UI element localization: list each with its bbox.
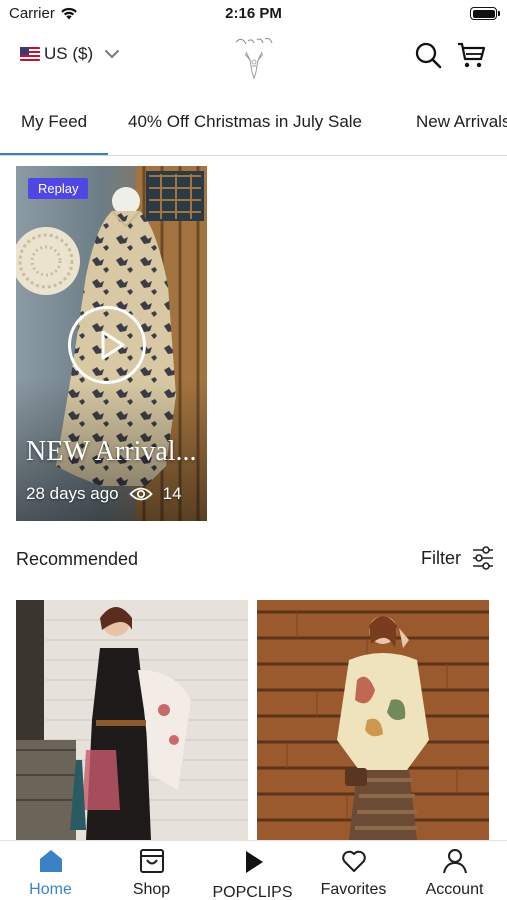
filter-label: Filter bbox=[421, 547, 461, 568]
replay-badge: Replay bbox=[28, 178, 89, 199]
currency-selector[interactable]: US ($) bbox=[20, 44, 121, 64]
nav-favorites-label: Favorites bbox=[320, 881, 387, 898]
replay-age: 28 days ago bbox=[26, 484, 119, 503]
product-card[interactable] bbox=[257, 600, 489, 840]
feed-tabs: My Feed 40% Off Christmas in July Sale N… bbox=[0, 100, 507, 156]
search-icon[interactable] bbox=[413, 40, 443, 70]
nav-popclips-label: POPCLIPS bbox=[212, 884, 293, 900]
product-image bbox=[16, 600, 248, 840]
nav-popclips[interactable]: POPCLIPS bbox=[202, 841, 303, 900]
home-icon bbox=[40, 850, 62, 872]
replay-meta: 28 days ago 14 bbox=[26, 484, 182, 504]
eye-icon bbox=[128, 487, 153, 501]
header: US ($) bbox=[0, 30, 507, 86]
chevron-down-icon bbox=[105, 50, 120, 59]
play-icon bbox=[101, 330, 125, 360]
filter-button[interactable]: Filter bbox=[421, 545, 495, 571]
nav-account-label: Account bbox=[425, 881, 484, 898]
nav-shop-label: Shop bbox=[132, 881, 171, 898]
recommended-title: Recommended bbox=[16, 549, 139, 569]
tab-new-arrivals[interactable]: New Arrivals bbox=[416, 112, 507, 132]
nav-home-label: Home bbox=[29, 881, 72, 898]
battery-icon bbox=[470, 7, 500, 20]
nav-favorites[interactable]: Favorites bbox=[303, 841, 404, 900]
status-bar: Carrier 2:16 PM bbox=[0, 0, 507, 28]
status-time: 2:16 PM bbox=[225, 5, 282, 22]
play-button[interactable] bbox=[68, 306, 146, 384]
flag-us-icon bbox=[20, 47, 40, 61]
nav-account[interactable]: Account bbox=[404, 841, 505, 900]
play-icon bbox=[246, 851, 263, 873]
logo-icon[interactable] bbox=[228, 32, 280, 82]
currency-label: US ($) bbox=[44, 44, 94, 63]
active-tab-indicator bbox=[0, 153, 108, 155]
nav-shop[interactable]: Shop bbox=[101, 841, 202, 900]
filter-sliders-icon bbox=[473, 546, 493, 570]
tab-my-feed[interactable]: My Feed bbox=[21, 112, 87, 132]
replay-title: NEW Arrival... bbox=[26, 436, 197, 467]
account-icon bbox=[443, 849, 467, 874]
product-card[interactable] bbox=[16, 600, 248, 840]
cart-icon[interactable] bbox=[456, 40, 486, 70]
replay-views: 14 bbox=[162, 484, 182, 503]
product-image bbox=[257, 600, 489, 840]
heart-icon bbox=[342, 850, 366, 872]
replay-video-card[interactable]: Replay NEW Arrival... 28 days ago 14 bbox=[16, 166, 207, 521]
nav-home[interactable]: Home bbox=[0, 841, 101, 900]
tab-christmas-in-july-sale[interactable]: 40% Off Christmas in July Sale bbox=[128, 112, 362, 132]
bottom-nav: Home Shop POPCLIPS Favorites Account bbox=[0, 840, 507, 900]
shop-icon bbox=[140, 849, 164, 873]
